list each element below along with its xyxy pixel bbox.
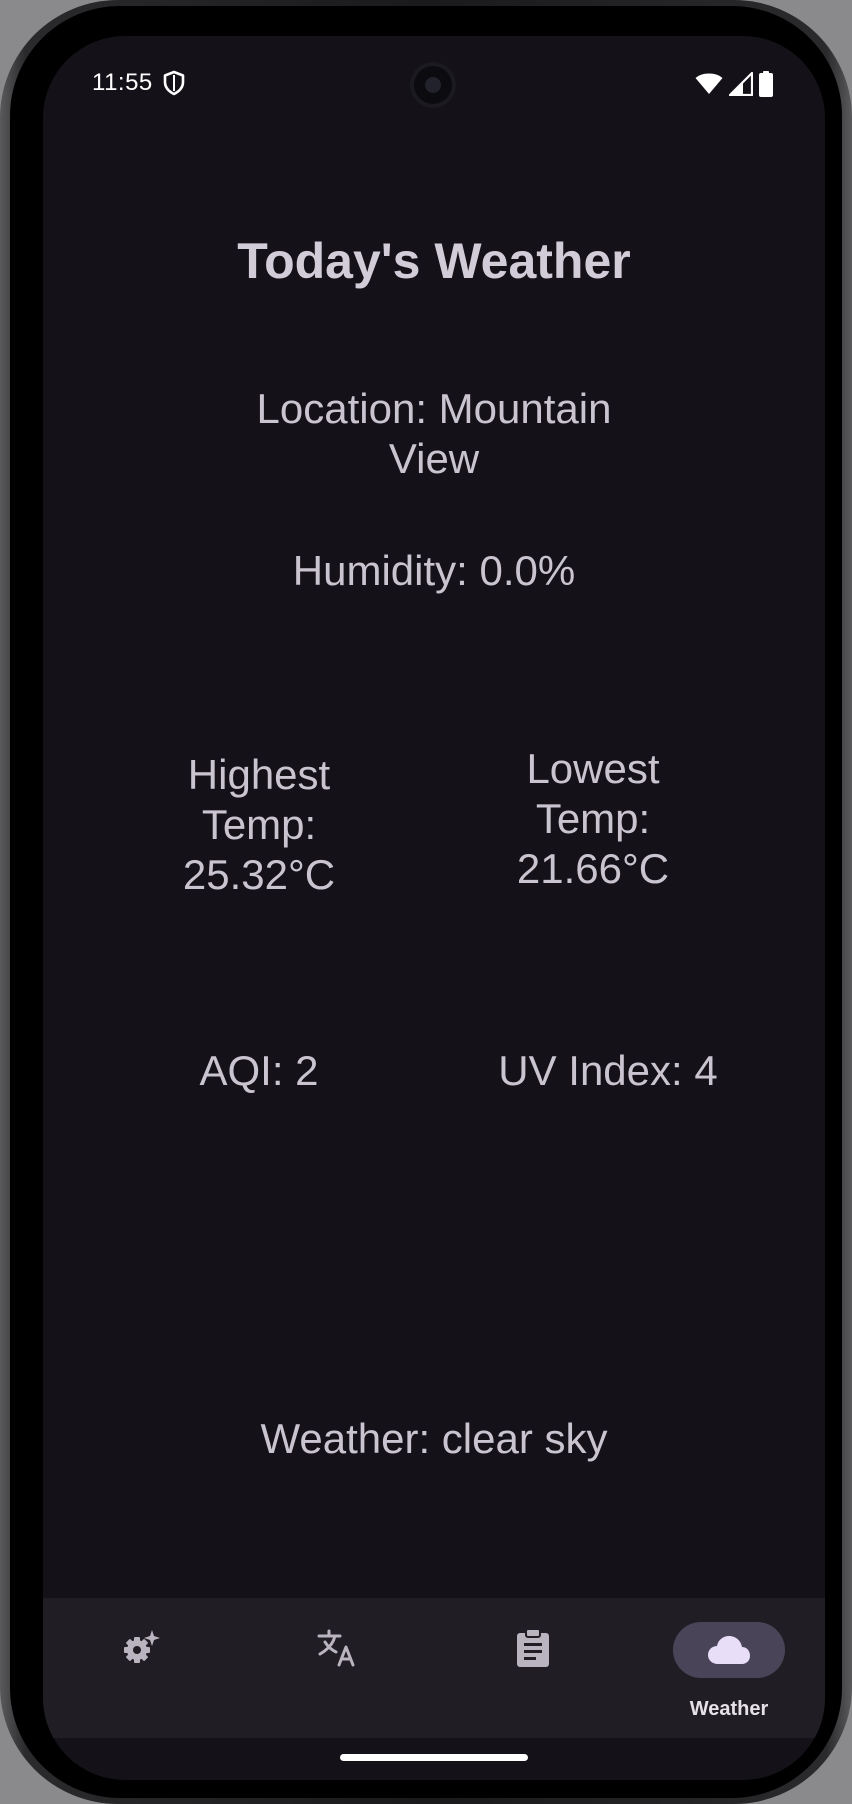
- settings-sparkle-icon: [124, 1630, 160, 1663]
- screen: 11:55 Today's Weather Location: Mountain…: [43, 36, 825, 1780]
- translate-icon: [317, 1629, 355, 1667]
- humidity-text: Humidity: 0.0%: [292, 547, 576, 594]
- nav-item-translate[interactable]: [239, 1598, 435, 1738]
- highest-temp-text: Highest Temp: 25.32°C: [182, 751, 336, 898]
- cloud-icon: [708, 1636, 750, 1664]
- nav-item-weather[interactable]: Weather: [631, 1598, 825, 1738]
- device-frame: 11:55 Today's Weather Location: Mountain…: [0, 0, 852, 1804]
- uv-index-text: UV Index: 4: [498, 1047, 718, 1094]
- device-bezel: 11:55 Today's Weather Location: Mountain…: [10, 6, 842, 1798]
- weather-condition-text: Weather: clear sky: [260, 1415, 608, 1462]
- weather-content: Today's Weather Location: Mountain View …: [43, 36, 825, 1596]
- lowest-temp-text: Lowest Temp: 21.66°C: [516, 745, 670, 892]
- page-title: Today's Weather: [237, 233, 631, 289]
- nav-item-settings[interactable]: [43, 1598, 239, 1738]
- bottom-navigation: Weather: [43, 1598, 825, 1738]
- location-text: Location: Mountain View: [256, 385, 612, 482]
- nav-label-weather: Weather: [689, 1698, 769, 1720]
- home-indicator[interactable]: [340, 1754, 528, 1761]
- clipboard-icon: [517, 1628, 549, 1667]
- nav-item-clipboard[interactable]: [435, 1598, 631, 1738]
- aqi-text: AQI: 2: [199, 1047, 319, 1094]
